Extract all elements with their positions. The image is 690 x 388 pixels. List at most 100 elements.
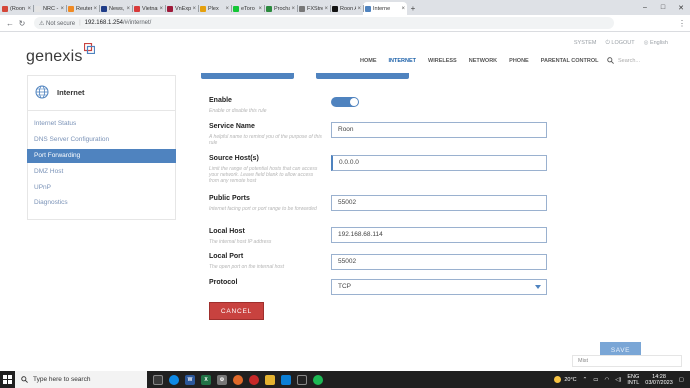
nav-parental-control[interactable]: PARENTAL CONTROL bbox=[541, 58, 599, 64]
sidebar-item-diagnostics[interactable]: Diagnostics bbox=[27, 196, 176, 210]
local-host-label: Local Host bbox=[209, 228, 245, 235]
sidebar-item-port-forwarding[interactable]: Port Forwarding bbox=[27, 149, 176, 163]
reload-icon[interactable]: ↻ bbox=[16, 19, 28, 28]
local-port-hint: The open port on the internal host bbox=[209, 264, 285, 270]
browser-tab[interactable]: News, s× bbox=[99, 2, 132, 15]
browser-tab[interactable]: Plex × bbox=[198, 2, 231, 15]
logout-label: LOGOUT bbox=[611, 40, 635, 46]
word-icon[interactable]: W bbox=[185, 374, 195, 385]
tab-close-icon[interactable]: × bbox=[93, 6, 97, 12]
browser-tab[interactable]: Interne × bbox=[363, 2, 407, 15]
tab-favicon-icon bbox=[101, 5, 107, 12]
chevron-up-icon[interactable]: ⌃ bbox=[583, 377, 588, 383]
not-secure-badge[interactable]: ⚠ Not secure bbox=[39, 20, 75, 27]
tab-close-icon[interactable]: × bbox=[357, 6, 361, 12]
sidebar-item-upnp[interactable]: UPnP bbox=[27, 181, 176, 195]
start-button[interactable] bbox=[0, 371, 15, 388]
utility-links: SYSTEM ⏻ LOGOUT ◎ English bbox=[574, 40, 668, 47]
new-tab-button[interactable]: + bbox=[407, 2, 419, 15]
minimize-icon[interactable]: – bbox=[636, 4, 654, 11]
file-explorer-icon[interactable] bbox=[265, 374, 275, 385]
public-ports-input[interactable]: 55002 bbox=[331, 195, 547, 211]
edge-icon[interactable] bbox=[169, 374, 179, 385]
windows-logo-icon bbox=[3, 375, 12, 384]
taskbar-search[interactable]: Type here to search bbox=[15, 371, 147, 388]
back-icon[interactable]: ← bbox=[4, 19, 16, 28]
browser-menu-icon[interactable]: ⋮ bbox=[678, 19, 686, 28]
local-host-input[interactable]: 192.168.68.114 bbox=[331, 227, 547, 243]
tab-close-icon[interactable]: × bbox=[192, 6, 196, 12]
tab-close-icon[interactable]: × bbox=[126, 6, 130, 12]
taskbar-search-placeholder: Type here to search bbox=[33, 376, 91, 383]
nav-wireless[interactable]: WIRELESS bbox=[428, 58, 457, 64]
source-hosts-input[interactable]: 0.0.0.0 bbox=[331, 155, 547, 171]
sidebar-item-internet-status[interactable]: Internet Status bbox=[27, 117, 176, 131]
excel-icon[interactable]: X bbox=[201, 374, 211, 385]
notification-icon[interactable]: ▢ bbox=[679, 377, 684, 383]
browser-tab[interactable]: NRC - N× bbox=[33, 2, 66, 15]
terminal-icon[interactable] bbox=[297, 374, 307, 385]
sidebar-item-dmz-host[interactable]: DMZ Host bbox=[27, 165, 176, 179]
network-icon[interactable]: ▭ bbox=[593, 377, 598, 383]
tab-title: Vietnan bbox=[142, 5, 158, 12]
service-name-input[interactable]: Roon bbox=[331, 122, 547, 138]
wifi-icon[interactable]: ◠ bbox=[604, 377, 609, 383]
settings-icon[interactable]: ⚙ bbox=[217, 374, 227, 385]
browser-tab[interactable]: VnExpre× bbox=[165, 2, 198, 15]
tab-title: NRC - N bbox=[43, 5, 59, 12]
protocol-value: TCP bbox=[338, 283, 351, 290]
top-tab-left[interactable] bbox=[201, 73, 294, 79]
nav-home[interactable]: HOME bbox=[360, 58, 377, 64]
nav-network[interactable]: NETWORK bbox=[469, 58, 497, 64]
clock-date: 03/07/2023 bbox=[645, 379, 673, 386]
tab-close-icon[interactable]: × bbox=[258, 6, 262, 12]
clock[interactable]: 14:28 03/07/2023 bbox=[645, 374, 673, 386]
protocol-select[interactable]: TCP bbox=[331, 279, 547, 295]
system-link[interactable]: SYSTEM bbox=[574, 40, 597, 47]
browser-tab[interactable]: Vietnan× bbox=[132, 2, 165, 15]
browser-tab[interactable]: Roon A × bbox=[330, 2, 363, 15]
language-indicator[interactable]: ENG INTL bbox=[627, 374, 639, 386]
tab-close-icon[interactable]: × bbox=[60, 6, 64, 12]
tab-close-icon[interactable]: × bbox=[401, 6, 405, 12]
task-view-icon[interactable] bbox=[153, 374, 163, 385]
cancel-button[interactable]: CANCEL bbox=[209, 302, 264, 320]
nav-phone[interactable]: PHONE bbox=[509, 58, 529, 64]
browser-tab[interactable]: Prochat× bbox=[264, 2, 297, 15]
local-port-input[interactable]: 55002 bbox=[331, 254, 547, 270]
tab-close-icon[interactable]: × bbox=[27, 6, 31, 12]
close-window-icon[interactable]: ✕ bbox=[672, 4, 690, 12]
app-orange-icon[interactable] bbox=[233, 374, 243, 385]
browser-tab[interactable]: (Roon L× bbox=[0, 2, 33, 15]
url-path: /#/internet/ bbox=[123, 20, 152, 26]
browser-tab[interactable]: Reuters× bbox=[66, 2, 99, 15]
logout-link[interactable]: ⏻ LOGOUT bbox=[606, 40, 635, 47]
genexis-logo-mark-icon bbox=[84, 43, 95, 54]
maximize-icon[interactable]: □ bbox=[654, 4, 672, 11]
tab-close-icon[interactable]: × bbox=[159, 6, 163, 12]
chrome-icon[interactable] bbox=[313, 374, 323, 385]
tab-favicon-icon bbox=[2, 5, 8, 12]
public-ports-hint: Internet facing port or port range to be… bbox=[209, 206, 317, 212]
tab-close-icon[interactable]: × bbox=[291, 6, 295, 12]
tab-title: Prochat bbox=[274, 5, 291, 12]
sidebar-item-dns-server-configuration[interactable]: DNS Server Configuration bbox=[27, 133, 176, 147]
service-name-hint: A helpful name to remind you of the purp… bbox=[209, 134, 322, 146]
site-search[interactable]: Search... bbox=[607, 57, 640, 64]
outlook-icon[interactable] bbox=[281, 374, 291, 385]
nav-internet[interactable]: INTERNET bbox=[389, 58, 417, 64]
tab-close-icon[interactable]: × bbox=[225, 6, 229, 12]
browser-tab[interactable]: eToro × bbox=[231, 2, 264, 15]
media-player-icon[interactable] bbox=[249, 374, 259, 385]
search-icon bbox=[607, 57, 614, 64]
top-tab-right[interactable] bbox=[316, 73, 409, 79]
language-link[interactable]: ◎ English bbox=[644, 40, 668, 47]
main-nav: HOME INTERNET WIRELESS NETWORK PHONE PAR… bbox=[360, 58, 598, 64]
weather-widget[interactable]: 20°C bbox=[554, 376, 577, 383]
tab-favicon-icon bbox=[200, 5, 206, 12]
enable-toggle[interactable] bbox=[331, 97, 359, 107]
url-field[interactable]: ⚠ Not secure | 192.168.1.254/#/internet/ bbox=[34, 17, 614, 29]
volume-icon[interactable]: ◁) bbox=[615, 377, 621, 383]
browser-tab[interactable]: FXStree× bbox=[297, 2, 330, 15]
tab-close-icon[interactable]: × bbox=[324, 6, 328, 12]
